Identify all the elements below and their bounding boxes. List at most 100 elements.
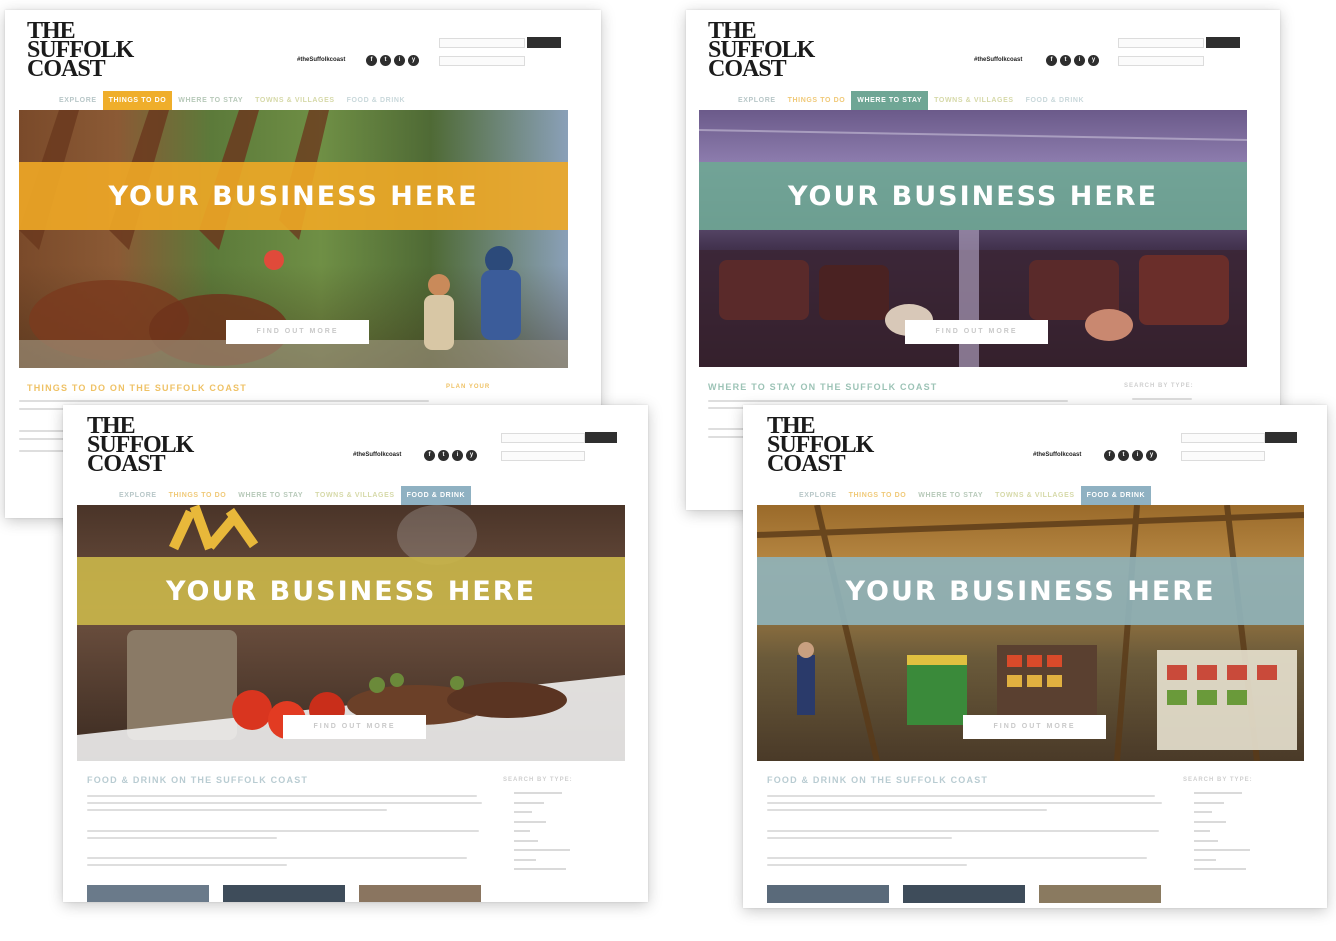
social-links: f t i y xyxy=(424,450,477,461)
twitter-icon[interactable]: t xyxy=(1118,450,1129,461)
list-item[interactable] xyxy=(514,830,574,836)
instagram-icon[interactable]: i xyxy=(1132,450,1143,461)
tab-food-drink[interactable]: FOOD & DRINK xyxy=(341,91,412,110)
find-out-more-button[interactable]: FIND OUT MORE xyxy=(905,320,1048,344)
hashtag: #theSuffolkcoast xyxy=(974,57,1023,63)
youtube-icon[interactable]: y xyxy=(466,450,477,461)
twitter-icon[interactable]: t xyxy=(1060,55,1071,66)
tab-towns-villages[interactable]: TOWNS & VILLAGES xyxy=(989,486,1080,505)
main-nav: EXPLORE THINGS TO DO WHERE TO STAY TOWNS… xyxy=(732,91,1090,110)
mockup-food-drink-market: THE SUFFOLK COAST #theSuffolkcoast f t i y… xyxy=(743,405,1327,908)
list-item[interactable] xyxy=(1194,811,1254,817)
text-line xyxy=(767,830,1159,832)
tab-explore[interactable]: EXPLORE xyxy=(793,486,843,505)
list-item[interactable] xyxy=(514,858,574,865)
thumbnail[interactable] xyxy=(87,885,209,902)
thumbnail[interactable] xyxy=(903,885,1025,903)
suffolk-coast-logo[interactable]: THE SUFFOLK COAST xyxy=(87,414,194,476)
mockup-food-drink-restaurant: THE SUFFOLK COAST #theSuffolkcoast f t i y… xyxy=(63,405,648,902)
text-line xyxy=(87,830,479,832)
business-banner: YOUR BUSINESS HERE xyxy=(19,162,568,230)
tab-explore[interactable]: EXPLORE xyxy=(732,91,782,110)
suffolk-coast-logo[interactable]: THE SUFFOLK COAST xyxy=(767,414,874,476)
tab-towns-villages[interactable]: TOWNS & VILLAGES xyxy=(928,91,1019,110)
thumbnail[interactable] xyxy=(223,885,345,902)
search-button[interactable] xyxy=(585,432,617,443)
search-input[interactable] xyxy=(1118,38,1204,48)
facebook-icon[interactable]: f xyxy=(424,450,435,461)
twitter-icon[interactable]: t xyxy=(380,55,391,66)
facebook-icon[interactable]: f xyxy=(366,55,377,66)
search-button[interactable] xyxy=(1206,37,1240,48)
find-out-more-button[interactable]: FIND OUT MORE xyxy=(226,320,369,344)
tab-things-to-do[interactable]: THINGS TO DO xyxy=(843,486,913,505)
secondary-search-input[interactable] xyxy=(501,451,585,461)
list-item[interactable] xyxy=(1194,792,1254,798)
list-item[interactable] xyxy=(514,849,574,855)
list-item[interactable] xyxy=(1194,868,1254,874)
search-button[interactable] xyxy=(527,37,561,48)
tab-food-drink[interactable]: FOOD & DRINK xyxy=(1080,486,1152,505)
section-title: FOOD & DRINK ON THE SUFFOLK COAST xyxy=(87,775,309,785)
youtube-icon[interactable]: y xyxy=(1088,55,1099,66)
suffolk-coast-logo[interactable]: THE SUFFOLK COAST xyxy=(708,19,815,81)
type-list xyxy=(1194,790,1254,878)
instagram-icon[interactable]: i xyxy=(452,450,463,461)
search-button[interactable] xyxy=(1265,432,1297,443)
tab-things-to-do[interactable]: THINGS TO DO xyxy=(163,486,233,505)
list-item[interactable] xyxy=(514,820,574,827)
secondary-search-input[interactable] xyxy=(1181,451,1265,461)
list-item[interactable] xyxy=(514,839,574,846)
tab-explore[interactable]: EXPLORE xyxy=(113,486,163,505)
thumbnail[interactable] xyxy=(1039,885,1161,903)
instagram-icon[interactable]: i xyxy=(1074,55,1085,66)
list-item[interactable] xyxy=(514,801,574,808)
text-line xyxy=(708,400,1068,402)
text-line xyxy=(87,809,387,811)
tab-things-to-do[interactable]: THINGS TO DO xyxy=(102,91,173,110)
list-item[interactable] xyxy=(514,868,574,874)
search-input[interactable] xyxy=(501,433,585,443)
youtube-icon[interactable]: y xyxy=(1146,450,1157,461)
search-input[interactable] xyxy=(439,38,525,48)
find-out-more-button[interactable]: FIND OUT MORE xyxy=(963,715,1106,739)
tab-where-to-stay[interactable]: WHERE TO STAY xyxy=(232,486,309,505)
search-by-type-title: SEARCH BY TYPE: xyxy=(503,777,573,783)
thumbnail[interactable] xyxy=(359,885,481,902)
tab-towns-villages[interactable]: TOWNS & VILLAGES xyxy=(309,486,400,505)
list-item[interactable] xyxy=(514,811,574,817)
tab-where-to-stay[interactable]: WHERE TO STAY xyxy=(851,91,929,110)
list-item[interactable] xyxy=(1194,858,1254,865)
find-out-more-button[interactable]: FIND OUT MORE xyxy=(283,715,426,739)
hero-image-lounge: YOUR BUSINESS HERE FIND OUT MORE xyxy=(699,110,1247,367)
search-input[interactable] xyxy=(1181,433,1265,443)
list-item[interactable] xyxy=(1194,801,1254,808)
list-item[interactable] xyxy=(1194,849,1254,855)
search-by-type-title: SEARCH BY TYPE: xyxy=(1124,383,1194,389)
thumbnail[interactable] xyxy=(767,885,889,903)
facebook-icon[interactable]: f xyxy=(1046,55,1057,66)
list-item[interactable] xyxy=(514,792,574,798)
twitter-icon[interactable]: t xyxy=(438,450,449,461)
tab-where-to-stay[interactable]: WHERE TO STAY xyxy=(172,91,249,110)
secondary-search-input[interactable] xyxy=(439,56,525,66)
list-item[interactable] xyxy=(1194,820,1254,827)
instagram-icon[interactable]: i xyxy=(394,55,405,66)
list-item[interactable] xyxy=(1194,830,1254,836)
tab-things-to-do[interactable]: THINGS TO DO xyxy=(782,91,852,110)
facebook-icon[interactable]: f xyxy=(1104,450,1115,461)
tab-explore[interactable]: EXPLORE xyxy=(53,91,103,110)
list-item[interactable] xyxy=(1194,839,1254,846)
business-banner: YOUR BUSINESS HERE xyxy=(77,557,625,625)
tab-where-to-stay[interactable]: WHERE TO STAY xyxy=(912,486,989,505)
tab-towns-villages[interactable]: TOWNS & VILLAGES xyxy=(249,91,340,110)
main-nav: EXPLORE THINGS TO DO WHERE TO STAY TOWNS… xyxy=(113,486,472,505)
section-title: THINGS TO DO ON THE SUFFOLK COAST xyxy=(27,383,247,393)
section-title: WHERE TO STAY ON THE SUFFOLK COAST xyxy=(708,382,938,392)
secondary-search-input[interactable] xyxy=(1118,56,1204,66)
text-line xyxy=(87,864,287,866)
tab-food-drink[interactable]: FOOD & DRINK xyxy=(1020,91,1091,110)
suffolk-coast-logo[interactable]: THE SUFFOLK COAST xyxy=(27,19,134,81)
tab-food-drink[interactable]: FOOD & DRINK xyxy=(400,486,472,505)
youtube-icon[interactable]: y xyxy=(408,55,419,66)
